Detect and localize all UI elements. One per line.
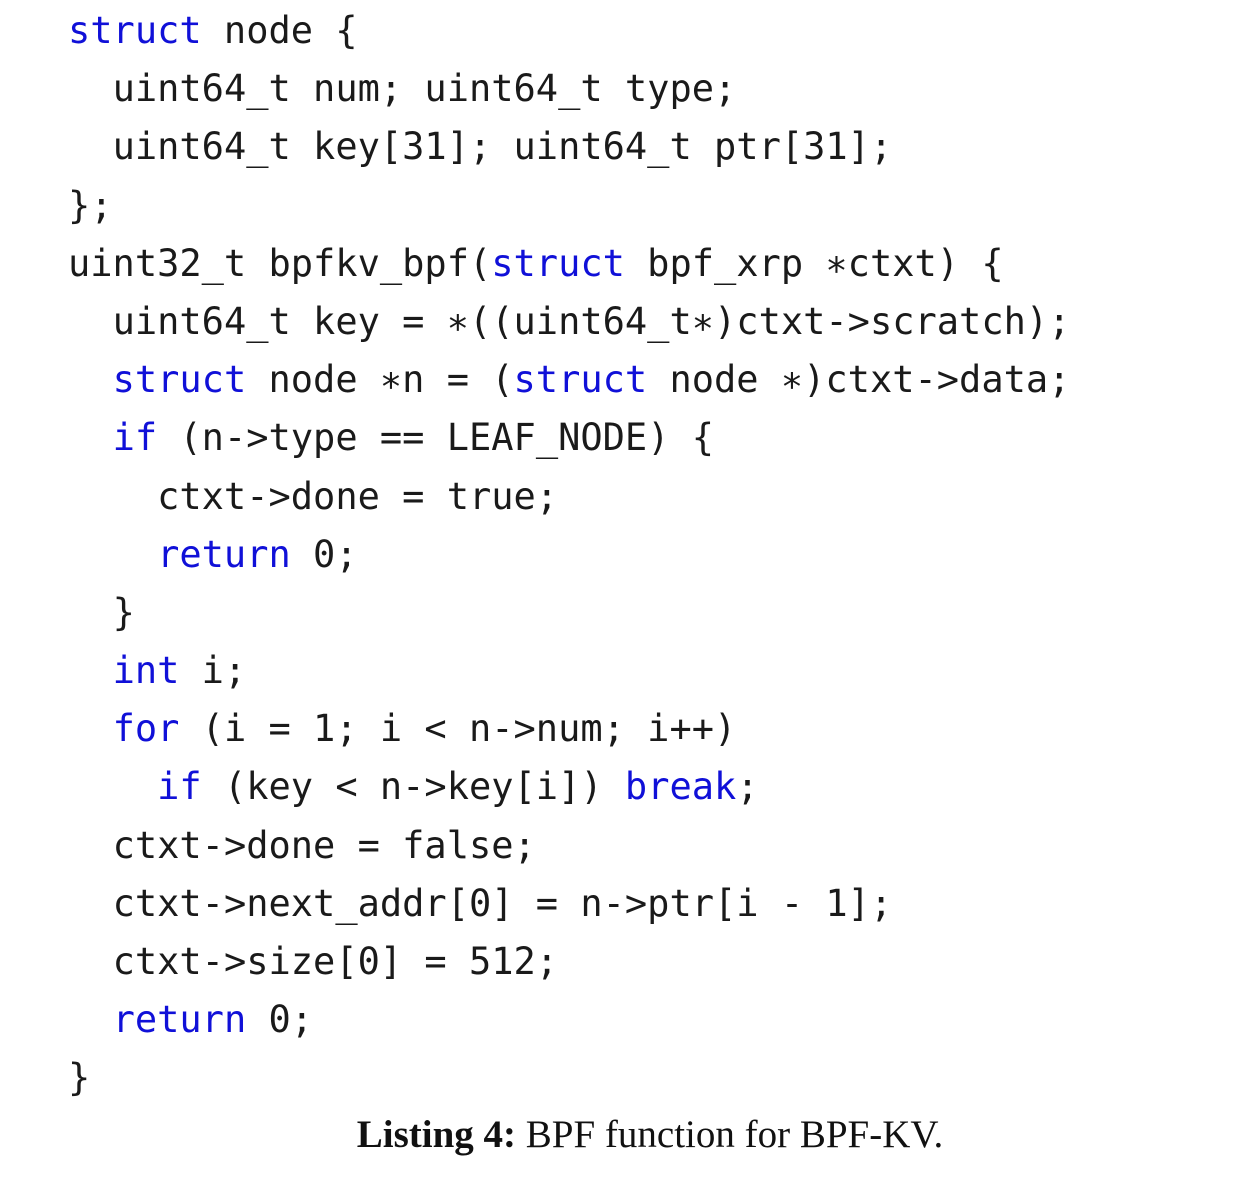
code-text: } [112,590,135,634]
code-text: uint64_t key[31]; uint64_t ptr[31]; [112,125,893,169]
code-line: uint32_t bpfkv_bpf(struct bpf_xrp ∗ctxt)… [68,235,1070,293]
code-line: uint64_t num; uint64_t type; [68,60,1070,118]
code-line: for (i = 1; i < n->num; i++) [68,700,1070,758]
code-text: 0; [290,532,358,576]
code-text: (key < n->key[i]) [201,765,625,809]
code-keyword: int [112,649,180,693]
code-text: 0; [246,998,314,1042]
code-text: uint64_t key = ∗((uint64_t∗)ctxt->scratc… [112,299,1071,343]
code-line: ctxt->size[0] = 512; [68,933,1070,991]
code-text: uint32_t bpfkv_bpf( [68,241,492,285]
code-keyword: struct [513,358,648,402]
code-line: ctxt->done = false; [68,817,1070,875]
code-line: struct node ∗n = (struct node ∗)ctxt->da… [68,351,1071,409]
code-line: ctxt->next_addr[0] = n->ptr[i - 1]; [68,875,1070,933]
code-text: i; [179,649,247,693]
code-text: (n->type == LEAF_NODE) { [157,416,715,460]
code-line: if (n->type == LEAF_NODE) { [68,409,1070,467]
code-keyword: if [112,416,158,460]
code-text: ctxt->next_addr[0] = n->ptr[i - 1]; [112,881,893,925]
code-keyword: break [624,765,737,809]
code-text: (i = 1; i < n->num; i++) [179,707,737,751]
code-text: ctxt->done = true; [157,474,559,518]
code-text: } [68,1056,91,1100]
caption-label: Listing 4: [356,1113,516,1156]
code-text: node { [201,9,358,52]
code-line: ctxt->done = true; [68,468,1070,526]
caption-text: BPF function for BPF-KV. [516,1113,944,1156]
code-line: int i; [68,642,1070,700]
code-line: }; [68,177,1070,235]
listing-caption: Listing 4: BPF function for BPF-KV. [0,1112,1234,1157]
code-line: uint64_t key[31]; uint64_t ptr[31]; [68,118,1070,176]
code-keyword: struct [491,241,625,285]
code-keyword: for [112,707,180,751]
code-line: } [68,584,1070,642]
code-line: if (key < n->key[i]) break; [68,758,1070,816]
code-listing: struct node { uint64_t num; uint64_t typ… [68,2,1070,1108]
code-text: }; [68,183,113,227]
code-text: uint64_t num; uint64_t type; [112,67,737,111]
code-line: } [68,1049,1070,1107]
code-text: node ∗)ctxt->data; [647,358,1071,402]
code-text: ctxt->size[0] = 512; [112,940,559,983]
code-keyword: return [157,532,291,576]
code-text: bpf_xrp ∗ctxt) { [624,241,1004,285]
code-text: node ∗n = ( [246,358,514,402]
code-line: struct node { [68,2,1070,60]
code-text: ctxt->done = false; [112,823,536,867]
code-line: uint64_t key = ∗((uint64_t∗)ctxt->scratc… [68,293,1071,351]
code-text: ; [736,765,759,809]
code-keyword: struct [68,9,202,52]
code-line: return 0; [68,991,1070,1049]
code-keyword: return [112,998,247,1042]
code-keyword: if [157,765,202,809]
code-keyword: struct [112,358,247,402]
code-line: return 0; [68,526,1070,584]
